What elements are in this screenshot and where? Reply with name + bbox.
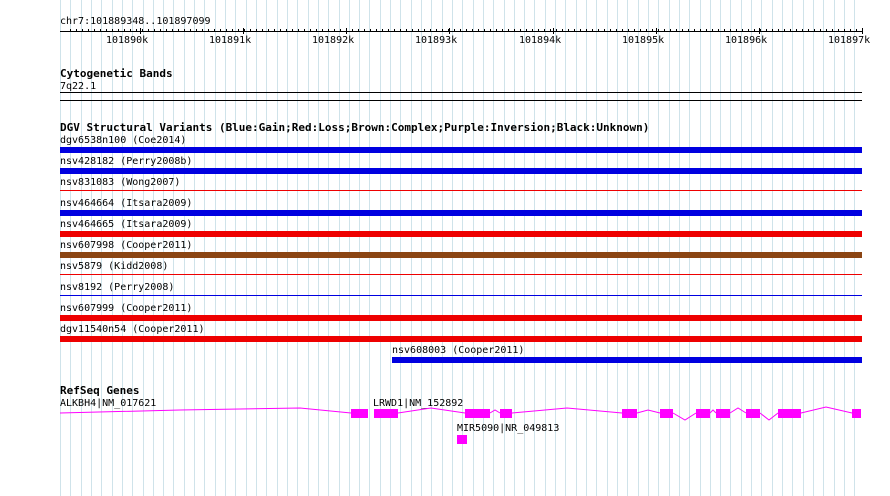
gene-exon [716, 409, 730, 418]
gene-intron-line [397, 407, 466, 414]
gene-exon [746, 409, 760, 418]
gene-exon [465, 409, 490, 418]
gene-intron-line [59, 407, 352, 414]
gene-intron-line [489, 409, 501, 414]
gene-intron-line [759, 412, 779, 421]
refseq-gene-glyphs[interactable] [0, 0, 890, 496]
gene-intron-line [729, 407, 747, 414]
gene-exon [778, 409, 801, 418]
gene-intron-line [672, 412, 697, 421]
gene-exon [374, 409, 398, 418]
gene-exon [696, 409, 710, 418]
gene-exon [660, 409, 673, 418]
genome-browser-canvas: chr7:101889348..101897099 101890k 101891k… [0, 0, 890, 496]
gene-exon [622, 409, 637, 418]
gene-exon [457, 435, 467, 444]
gene-intron-line [800, 406, 853, 414]
gene-intron-line [709, 409, 717, 414]
gene-exon [852, 409, 861, 418]
gene-intron-line [636, 409, 661, 414]
gene-exon [351, 409, 368, 418]
gene-exon [500, 409, 512, 418]
gene-intron-line [511, 407, 623, 414]
